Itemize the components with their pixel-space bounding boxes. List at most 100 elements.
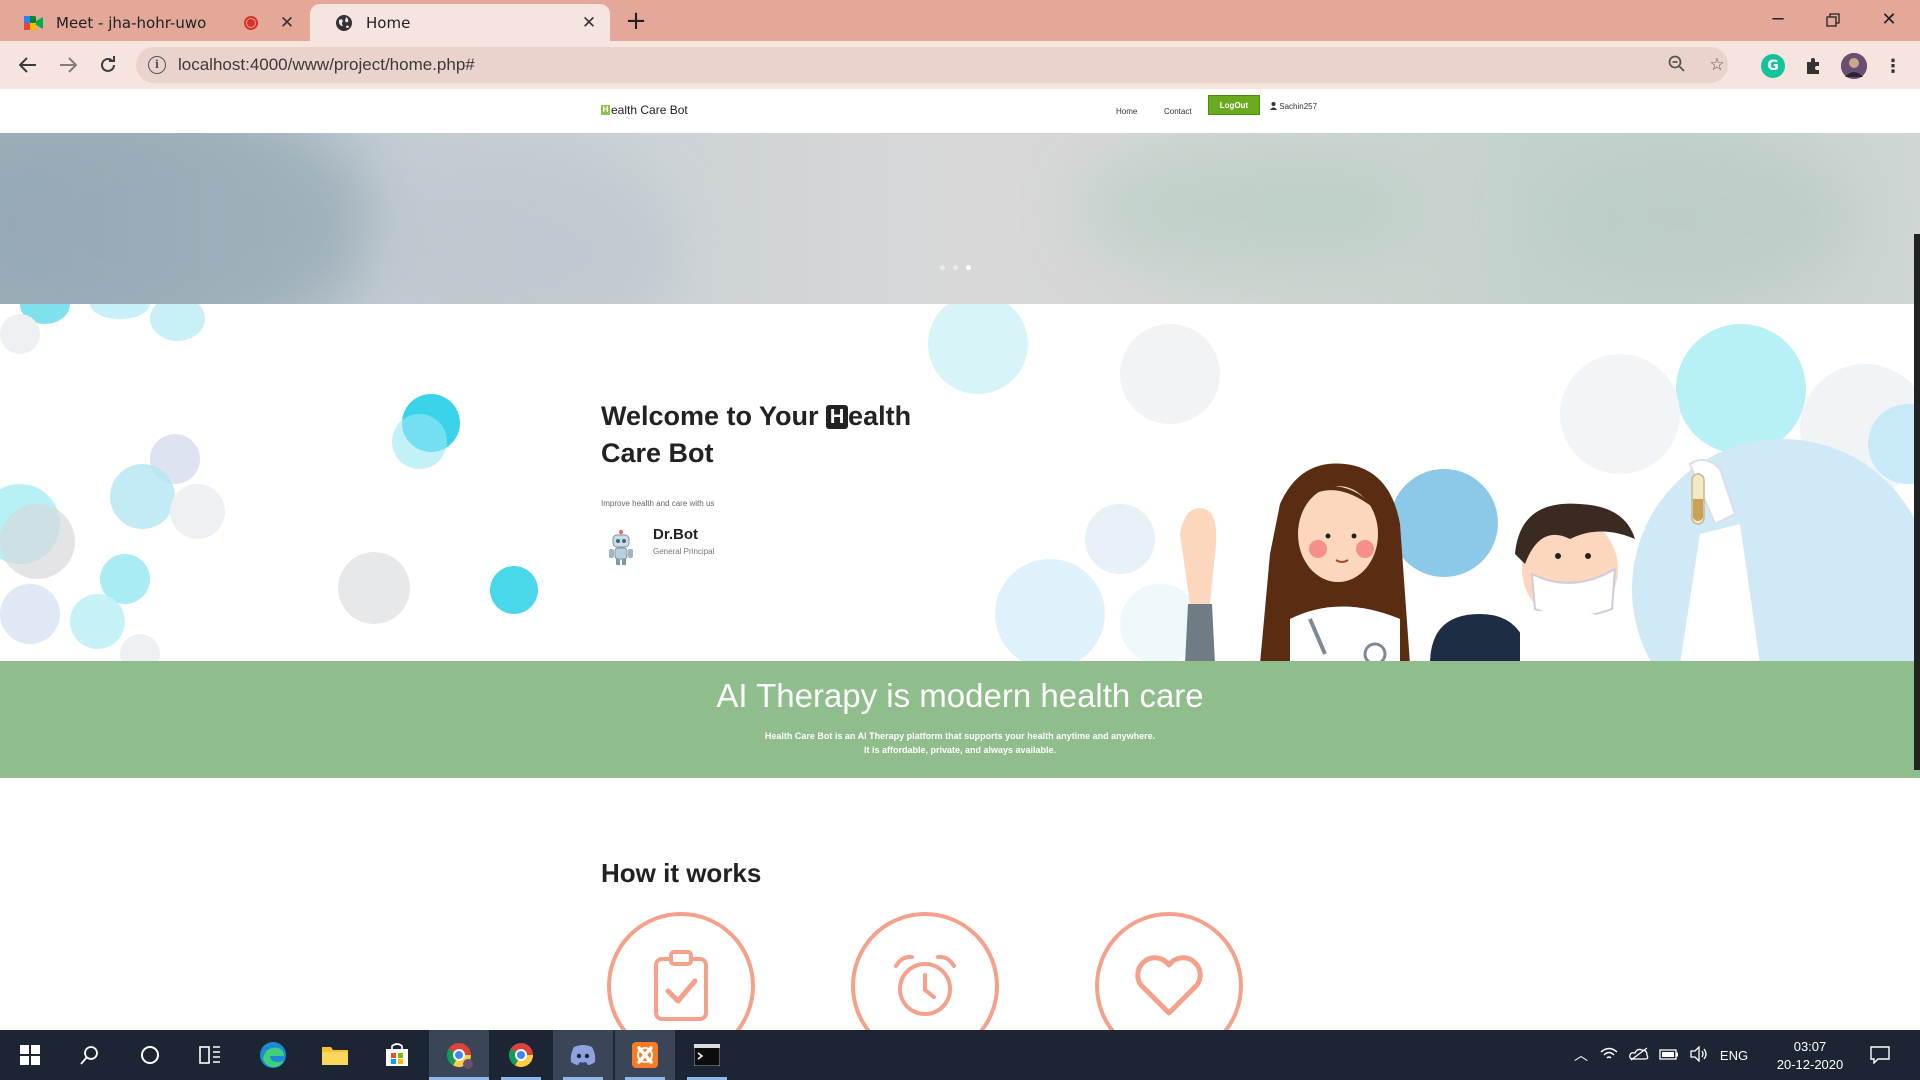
close-tab-icon[interactable]: ✕: [578, 12, 600, 34]
how-it-works-heading: How it works: [601, 858, 762, 888]
bubble-decoration: [110, 464, 175, 529]
edge-browser-icon[interactable]: [243, 1030, 303, 1080]
heart-icon: [1135, 955, 1203, 1016]
bubble-decoration: [928, 304, 1028, 394]
chrome-profile-icon[interactable]: [429, 1030, 489, 1080]
user-icon: [1270, 102, 1279, 111]
grammarly-icon[interactable]: G: [1761, 54, 1785, 78]
ai-therapy-banner: AI Therapy is modern health care Health …: [0, 661, 1920, 778]
nav-contact-link[interactable]: Contact: [1164, 107, 1192, 116]
bubble-decoration: [490, 566, 538, 614]
alarm-clock-icon: [894, 954, 956, 1016]
tab-title: Meet - jha-hohr-uwo: [56, 13, 207, 32]
brand-text: ealth Care Bot: [611, 103, 688, 117]
step-circle: [607, 912, 755, 1030]
brand-h-icon: H: [601, 105, 610, 115]
extensions-puzzle-icon[interactable]: [1801, 54, 1825, 78]
banner-heading: AI Therapy is modern health care: [716, 677, 1204, 714]
task-view-icon[interactable]: [180, 1030, 240, 1080]
bubble-decoration: [392, 414, 447, 469]
cortana-icon[interactable]: [120, 1030, 180, 1080]
welcome-subtitle: Improve health and care with us: [601, 499, 715, 508]
welcome-heading-part: Welcome to Your: [601, 401, 827, 431]
menu-kebab-icon[interactable]: ⋮: [1881, 54, 1905, 78]
doctors-illustration: [1180, 459, 1760, 661]
welcome-heading: Welcome to Your Health Care Bot: [601, 398, 941, 472]
chrome-icon[interactable]: [491, 1030, 551, 1080]
tab-meet[interactable]: Meet - jha-hohr-uwo ✕: [0, 4, 308, 41]
recording-icon: [244, 15, 258, 30]
bubble-decoration: [995, 559, 1105, 661]
clock-time: 03:07: [1793, 1039, 1827, 1054]
site-info-icon[interactable]: i: [148, 56, 166, 74]
bubble-decoration: [1676, 324, 1806, 454]
user-profile-link[interactable]: Sachin257: [1270, 102, 1317, 111]
new-tab-button[interactable]: +: [622, 8, 650, 36]
step-circle: [1095, 912, 1243, 1030]
banner-text: Health Care Bot is an AI Therapy platfor…: [764, 731, 1156, 741]
chevron-up-icon[interactable]: ︿: [1568, 1045, 1594, 1065]
bubble-decoration: [90, 304, 150, 319]
file-explorer-icon[interactable]: [305, 1030, 365, 1080]
taskbar-clock[interactable]: 03:07 20-12-2020: [1760, 1038, 1860, 1074]
back-icon[interactable]: [12, 49, 44, 81]
restore-icon[interactable]: [1806, 2, 1860, 38]
google-meet-icon: [24, 13, 44, 33]
volume-icon[interactable]: [1684, 1044, 1714, 1065]
search-icon[interactable]: [60, 1030, 120, 1080]
wifi-icon[interactable]: [1594, 1047, 1624, 1064]
notification-center-icon[interactable]: [1850, 1030, 1910, 1080]
url-text: localhost:4000/www/project/home.php#: [178, 55, 475, 74]
onedrive-icon[interactable]: [1624, 1046, 1654, 1064]
heading-h-icon: H: [826, 405, 849, 429]
windows-taskbar: ︿ ENG 03:07 20-12-2020: [0, 1030, 1920, 1080]
profile-avatar[interactable]: [1841, 53, 1867, 79]
step-circle: [851, 912, 999, 1030]
windows-start-icon[interactable]: [0, 1030, 60, 1080]
bubble-decoration: [1085, 504, 1155, 574]
battery-icon[interactable]: [1654, 1048, 1684, 1063]
web-page: Health Care Bot Home Contact LogOut Sach…: [0, 89, 1920, 1030]
robot-avatar-icon: [609, 530, 633, 565]
username: Sachin257: [1279, 102, 1318, 111]
hero-carousel: [0, 133, 1920, 304]
carousel-dot[interactable]: [953, 265, 958, 270]
welcome-section: Welcome to Your Health Care Bot Improve …: [0, 304, 1920, 661]
clock-date: 20-12-2020: [1776, 1057, 1844, 1072]
bubble-decoration: [170, 484, 225, 539]
forward-icon[interactable]: [52, 49, 84, 81]
globe-icon: [334, 13, 354, 33]
microsoft-store-icon[interactable]: [367, 1030, 427, 1080]
site-brand[interactable]: Health Care Bot: [601, 103, 688, 117]
address-bar[interactable]: i localhost:4000/www/project/home.php# ☆: [136, 47, 1728, 83]
xampp-icon[interactable]: [615, 1030, 675, 1080]
reload-icon[interactable]: [92, 49, 124, 81]
discord-icon[interactable]: [553, 1030, 613, 1080]
nav-home-link[interactable]: Home: [1116, 107, 1137, 116]
bookmark-star-icon[interactable]: ☆: [1706, 55, 1728, 77]
bubble-decoration: [150, 304, 205, 341]
bubble-decoration: [0, 504, 75, 579]
page-scrollbar[interactable]: [1914, 234, 1920, 770]
banner-text: It is affordable, private, and always av…: [863, 745, 1057, 755]
carousel-dot[interactable]: [940, 265, 945, 270]
terminal-icon[interactable]: [677, 1030, 737, 1080]
minimize-icon[interactable]: ─: [1751, 2, 1805, 38]
bubble-decoration: [0, 314, 40, 354]
zoom-icon[interactable]: [1666, 55, 1688, 77]
language-indicator[interactable]: ENG: [1714, 1048, 1754, 1063]
system-tray: ︿ ENG: [1568, 1030, 1754, 1080]
site-navbar: Health Care Bot Home Contact LogOut Sach…: [0, 89, 1920, 133]
browser-toolbar: i localhost:4000/www/project/home.php# ☆…: [0, 41, 1920, 89]
doctor-role: General Principal: [653, 547, 715, 556]
carousel-dot-active[interactable]: [966, 265, 971, 270]
carousel-indicators: [940, 265, 971, 270]
bubble-decoration: [1120, 324, 1220, 424]
close-tab-icon[interactable]: ✕: [276, 12, 298, 34]
bubble-decoration: [338, 552, 410, 624]
logout-button[interactable]: LogOut: [1208, 95, 1260, 115]
browser-tab-strip: Meet - jha-hohr-uwo ✕ Home ✕ + ─ ✕: [0, 0, 1920, 41]
tab-home[interactable]: Home ✕: [310, 4, 610, 41]
window-close-icon[interactable]: ✕: [1862, 2, 1916, 38]
bubble-decoration: [120, 634, 160, 661]
